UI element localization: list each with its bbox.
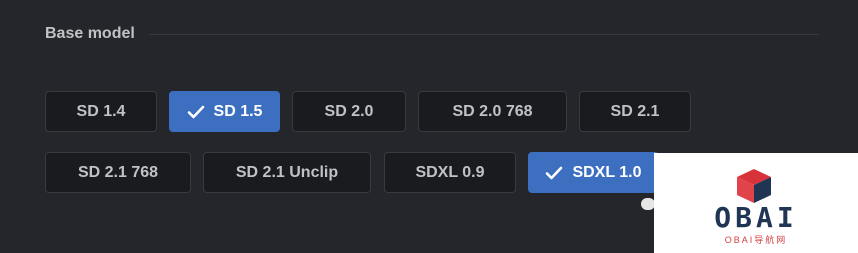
chip-sd-2-1[interactable]: SD 2.1	[579, 91, 691, 132]
watermark-bubble-icon	[641, 198, 655, 210]
chip-label: SD 1.5	[213, 102, 263, 120]
chip-sd-2-1-768[interactable]: SD 2.1 768	[45, 152, 191, 193]
check-icon	[545, 166, 563, 180]
cube-logo-icon	[737, 169, 771, 203]
chip-sd-2-0-768[interactable]: SD 2.0 768	[418, 91, 567, 132]
chip-label: SDXL 0.9	[415, 163, 485, 181]
chip-sd-2-1-unclip[interactable]: SD 2.1 Unclip	[203, 152, 371, 193]
divider	[148, 33, 819, 35]
chip-label: SDXL 1.0	[572, 163, 642, 181]
watermark-subtext: OBAI导航网	[724, 235, 788, 245]
chip-sdxl-0-9[interactable]: SDXL 0.9	[384, 152, 516, 193]
chip-label: SD 2.1	[610, 102, 660, 120]
chip-label: SD 2.1 768	[77, 163, 159, 181]
chip-label: SD 1.4	[76, 102, 126, 120]
chip-sd-2-0[interactable]: SD 2.0	[292, 91, 406, 132]
chip-label: SD 2.0	[324, 102, 374, 120]
chip-sd-1-4[interactable]: SD 1.4	[45, 91, 157, 132]
chip-sdxl-1-0[interactable]: SDXL 1.0	[528, 152, 659, 193]
watermark-logo-text: OBAI	[714, 201, 798, 234]
chip-sd-1-5[interactable]: SD 1.5	[169, 91, 280, 132]
section-header: Base model	[45, 20, 819, 48]
watermark: OBAI OBAI导航网	[654, 153, 858, 253]
section-title: Base model	[45, 25, 135, 42]
chip-label: SD 2.1 Unclip	[235, 163, 339, 181]
check-icon	[187, 105, 205, 119]
chip-label: SD 2.0 768	[452, 102, 533, 120]
